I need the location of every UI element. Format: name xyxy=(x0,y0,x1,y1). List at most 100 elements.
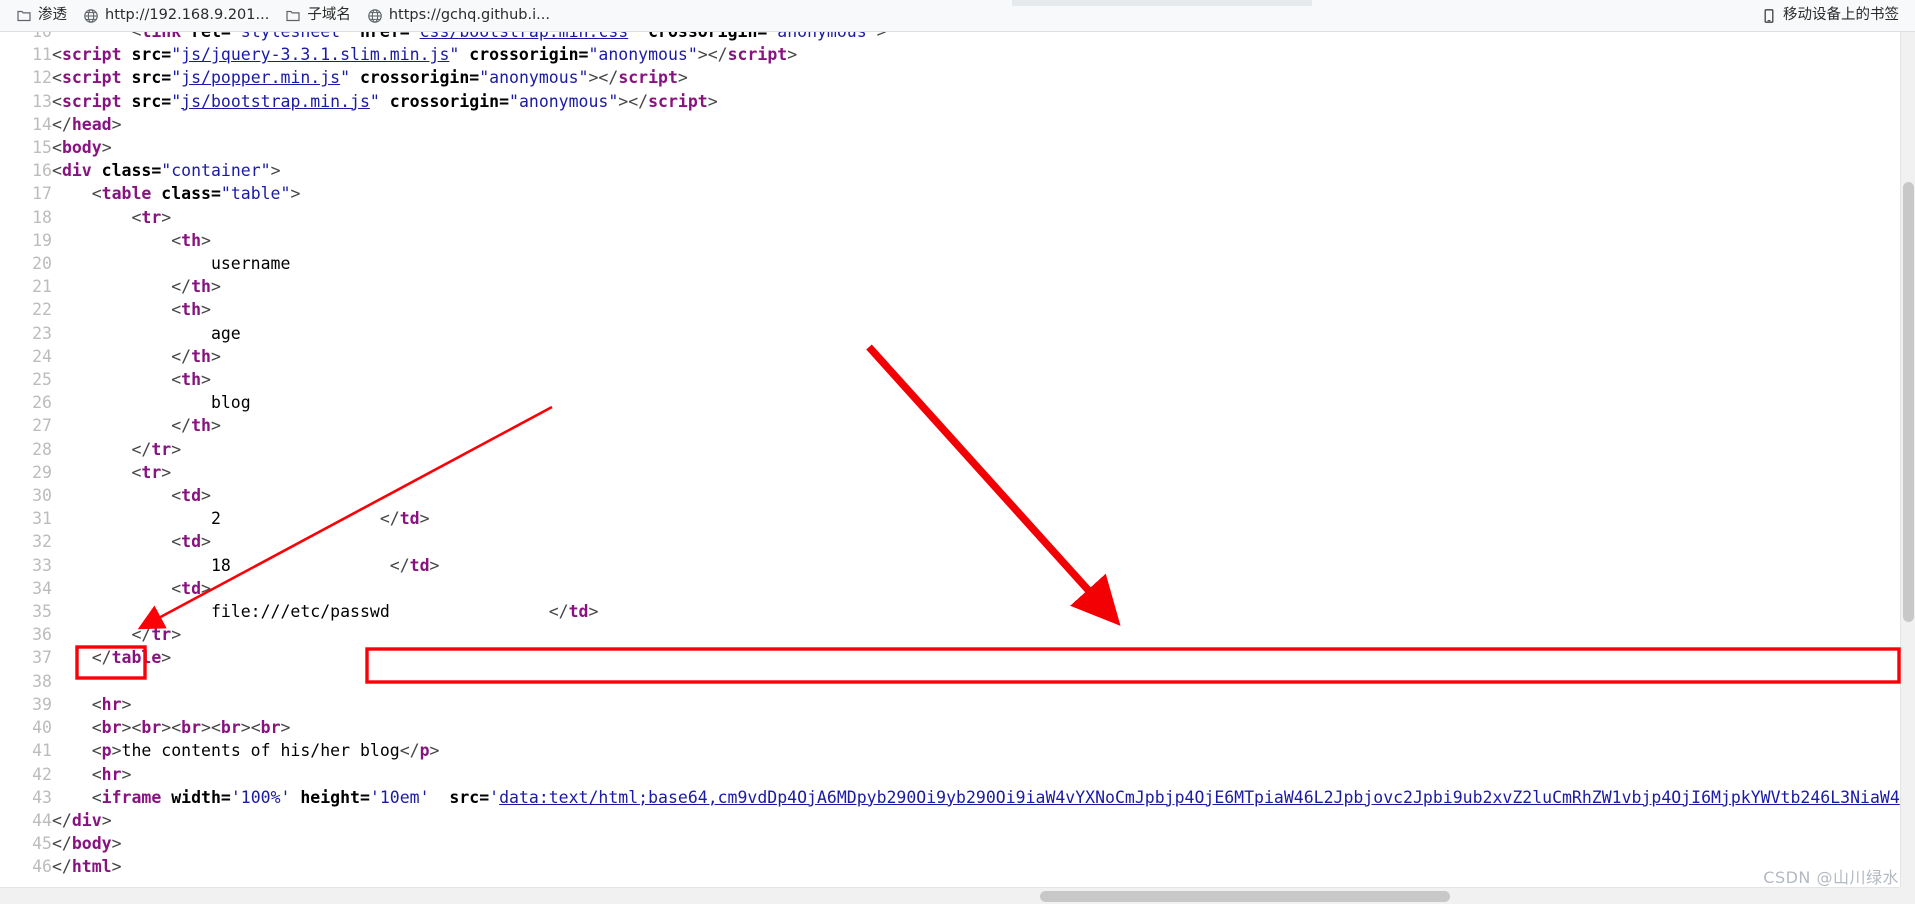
line-number: 36 xyxy=(32,625,52,645)
line-number: 38 xyxy=(32,671,52,691)
line-content: <iframe width='100%' height='10em' src='… xyxy=(52,787,1900,807)
scrollbar-corner xyxy=(1899,887,1915,904)
source-code-line: 10 <link rel="stylesheet" href="css/boot… xyxy=(0,32,1900,43)
line-content: <br><br><br><br><br> xyxy=(52,718,291,738)
source-code-line: 33 18 </td> xyxy=(0,554,1900,577)
line-content: </th> xyxy=(52,416,221,436)
line-content: </tr> xyxy=(52,625,182,645)
source-code-line: 34 <td> xyxy=(0,577,1900,600)
line-content: </tr> xyxy=(52,439,182,459)
line-number: 30 xyxy=(32,486,52,506)
line-number: 12 xyxy=(32,68,52,88)
line-number: 13 xyxy=(32,91,52,111)
line-number: 32 xyxy=(32,532,52,552)
line-number: 20 xyxy=(32,254,52,274)
source-code-line: 35 file:///etc/passwd </td> xyxy=(0,600,1900,623)
line-content: </th> xyxy=(52,277,221,297)
line-number: 44 xyxy=(32,810,52,830)
line-number: 16 xyxy=(32,161,52,181)
line-content: file:///etc/passwd </td> xyxy=(52,602,599,622)
source-code-table: 10 <link rel="stylesheet" href="css/boot… xyxy=(0,32,1900,879)
line-content: <script src="js/popper.min.js" crossorig… xyxy=(52,68,688,88)
bookmarks-bar: 渗透 http://192.168.9.201... 子域名 https://g… xyxy=(0,0,1915,32)
line-number: 18 xyxy=(32,207,52,227)
line-number: 25 xyxy=(32,370,52,390)
line-number: 10 xyxy=(0,32,52,43)
line-content: 18 </td> xyxy=(52,555,440,575)
line-number: 14 xyxy=(32,114,52,134)
line-number: 22 xyxy=(32,300,52,320)
source-code-line: 16 <div class="container"> xyxy=(0,159,1900,182)
vertical-scrollbar-thumb[interactable] xyxy=(1903,182,1914,622)
line-number: 40 xyxy=(32,718,52,738)
line-number: 45 xyxy=(32,834,52,854)
line-number: 11 xyxy=(32,45,52,65)
line-content: <tr> xyxy=(52,462,172,482)
globe-icon xyxy=(367,8,383,24)
line-content: blog xyxy=(52,393,251,413)
line-number: 15 xyxy=(32,138,52,158)
line-number: 42 xyxy=(32,764,52,784)
line-number: 27 xyxy=(32,416,52,436)
line-content: <body> xyxy=(52,138,112,158)
source-code-line: 24 </th> xyxy=(0,345,1900,368)
source-code-line: 46 </html> xyxy=(0,855,1900,878)
window-chrome-nub xyxy=(1012,0,1312,6)
horizontal-scrollbar-thumb[interactable] xyxy=(1040,891,1450,902)
line-number: 17 xyxy=(32,184,52,204)
line-content: <script src="js/jquery-3.3.1.slim.min.js… xyxy=(52,45,798,65)
line-content: <th> xyxy=(52,370,211,390)
source-code-line: 40 <br><br><br><br><br> xyxy=(0,716,1900,739)
source-code-line: 17 <table class="table"> xyxy=(0,182,1900,205)
source-code-line: 25 <th> xyxy=(0,368,1900,391)
source-code-line: 38 xyxy=(0,670,1900,693)
line-content: </table> xyxy=(52,648,172,668)
source-code-line: 13 <script src="js/bootstrap.min.js" cros… xyxy=(0,90,1900,113)
source-code-line: 41 <p>the contents of his/her blog</p> xyxy=(0,739,1900,762)
bookmark-item-2[interactable]: 子域名 xyxy=(277,5,359,27)
line-number: 31 xyxy=(32,509,52,529)
line-content: </div> xyxy=(52,810,112,830)
source-code-line: 42 <hr> xyxy=(0,763,1900,786)
source-code-line: 37 </table> xyxy=(0,646,1900,669)
line-number: 33 xyxy=(32,555,52,575)
globe-icon xyxy=(83,8,99,24)
bookmark-label-1: http://192.168.9.201... xyxy=(105,7,270,24)
source-code-body: 10 <link rel="stylesheet" href="css/boot… xyxy=(0,32,1900,879)
source-code-viewport[interactable]: 10 <link rel="stylesheet" href="css/boot… xyxy=(0,32,1915,904)
bookmark-item-1[interactable]: http://192.168.9.201... xyxy=(75,5,277,27)
line-content xyxy=(52,670,1900,693)
line-number: 41 xyxy=(32,741,52,761)
source-code-line: 29 <tr> xyxy=(0,461,1900,484)
line-number: 19 xyxy=(32,230,52,250)
folder-icon xyxy=(16,8,32,24)
line-number: 46 xyxy=(32,857,52,877)
bookmark-item-0[interactable]: 渗透 xyxy=(8,5,75,27)
source-code-line: 45 </body> xyxy=(0,832,1900,855)
folder-icon xyxy=(285,8,301,24)
horizontal-scrollbar[interactable] xyxy=(0,887,1915,904)
source-code-line: 22 <th> xyxy=(0,298,1900,321)
line-number: 23 xyxy=(32,323,52,343)
line-content: <tr> xyxy=(52,207,172,227)
bookmark-item-3[interactable]: https://gchq.github.i... xyxy=(359,5,558,27)
line-content: 2 </td> xyxy=(52,509,430,529)
vertical-scrollbar[interactable] xyxy=(1900,32,1915,887)
line-content: age xyxy=(52,323,241,343)
source-code-line: 20 username xyxy=(0,252,1900,275)
line-content: <th> xyxy=(52,230,211,250)
line-content: <hr> xyxy=(52,694,132,714)
line-number: 29 xyxy=(32,462,52,482)
line-content: <link rel="stylesheet" href="css/bootstr… xyxy=(52,32,1900,43)
line-number: 24 xyxy=(32,346,52,366)
source-code-line: 21 </th> xyxy=(0,275,1900,298)
line-content: <td> xyxy=(52,532,211,552)
line-content: <p>the contents of his/her blog</p> xyxy=(52,741,440,761)
source-code-line: 39 <hr> xyxy=(0,693,1900,716)
line-content: </body> xyxy=(52,834,122,854)
line-content: </th> xyxy=(52,346,221,366)
source-code-line: 26 blog xyxy=(0,391,1900,414)
line-content: <script src="js/bootstrap.min.js" crosso… xyxy=(52,91,718,111)
bookmark-item-mobile-bookmarks[interactable]: 移动设备上的书签 xyxy=(1753,5,1907,27)
source-code-line: 19 <th> xyxy=(0,229,1900,252)
